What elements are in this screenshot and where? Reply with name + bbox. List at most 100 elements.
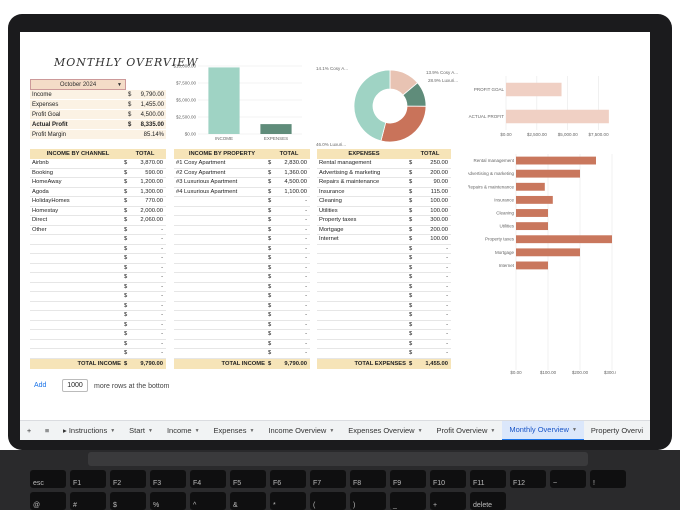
bar [516, 235, 612, 244]
row-label: HolidayHomes [32, 198, 70, 205]
sheet-tab[interactable]: Income ▼ [160, 421, 207, 441]
sheet-tab[interactable]: Income Overview ▼ [261, 421, 341, 441]
table-row: $ - [317, 254, 451, 264]
row-currency: $ [124, 245, 128, 252]
table-row: Direct $2,060.00 [30, 216, 166, 226]
income-by-property-donut: 13.9% Cosy A... 28.9% Luxuri... 14.1% Cosy… [316, 66, 458, 147]
row-currency: $ [409, 264, 413, 271]
tab-label: Expenses Overview [348, 426, 415, 435]
table-row: $ - [317, 302, 451, 311]
row-value: 1,100.00 [284, 188, 307, 195]
row-label: #1 Cosy Apartment [176, 160, 226, 167]
table-row: $ - [174, 245, 310, 254]
row-currency: $ [124, 236, 128, 243]
chevron-down-icon[interactable]: ▼ [418, 428, 423, 434]
row-value: 115.00 [430, 188, 448, 195]
chevron-down-icon[interactable]: ▼ [195, 428, 200, 434]
row-currency: $ [409, 255, 413, 262]
x-tick-label: $200.00 [572, 370, 589, 375]
footer-label: TOTAL INCOME [77, 360, 121, 367]
row-currency: $ [124, 331, 128, 338]
bar [506, 82, 562, 97]
row-currency: $ [124, 179, 128, 186]
summary-row: Profit Margin 85.14% [30, 130, 166, 140]
sheet-tab[interactable]: ▸ Instructions ▼ [56, 421, 122, 441]
table-row: $ - [30, 292, 166, 302]
table-row: $ - [174, 283, 310, 292]
row-value: - [446, 255, 448, 262]
x-tick-label: EXPENSES [264, 136, 288, 141]
row-value: 200.00 [430, 226, 448, 233]
row-value: 2,830.00 [284, 160, 307, 167]
chevron-down-icon[interactable]: ▼ [249, 428, 254, 434]
chevron-down-icon[interactable]: ▼ [329, 428, 334, 434]
row-currency: $ [124, 160, 128, 167]
table-row: $ - [317, 311, 451, 321]
table-row: $ - [30, 302, 166, 311]
add-rows-button[interactable]: Add [34, 382, 46, 389]
row-value: - [305, 207, 307, 214]
table-row: Homestay $2,000.00 [30, 207, 166, 216]
bar [516, 248, 580, 257]
row-label: Internet [319, 236, 339, 243]
row-currency: $ [124, 255, 128, 262]
sheet-tab[interactable]: Property Overvi [584, 421, 650, 441]
row-value: 1,200.00 [140, 179, 163, 186]
row-label: HomeAway [32, 179, 62, 186]
tab-label: + [26, 426, 32, 435]
row-label: Cleaning [319, 198, 342, 205]
row-currency: $ [268, 245, 272, 252]
summary-label: Profit Goal [32, 111, 61, 118]
row-currency: $ [409, 198, 413, 205]
month-dropdown[interactable]: October 2024 ▼ [30, 79, 126, 90]
row-currency: $ [124, 312, 128, 319]
summary-currency: $ [128, 111, 132, 118]
row-currency: $ [409, 207, 413, 214]
chevron-down-icon[interactable]: ▼ [148, 428, 153, 434]
sheet-tab[interactable]: Expenses ▼ [207, 421, 262, 441]
table-row: $ - [174, 273, 310, 283]
table-row: $ - [317, 340, 451, 349]
keyboard-key: F8 [350, 470, 386, 488]
row-value: - [305, 321, 307, 328]
tab-label: Start [129, 426, 145, 435]
y-tick-label: $5,000.00 [176, 98, 197, 103]
sheet-tab[interactable]: Start ▼ [122, 421, 160, 441]
bar [516, 222, 548, 231]
row-currency: $ [268, 264, 272, 271]
sheet-tab[interactable]: Expenses Overview ▼ [341, 421, 429, 441]
row-currency: $ [409, 217, 413, 224]
row-currency: $ [268, 236, 272, 243]
keyboard-key: F11 [470, 470, 506, 488]
row-currency: $ [124, 169, 128, 176]
x-tick-label: $0.00 [510, 370, 522, 375]
tab-label: Profit Overview [436, 426, 488, 435]
table-row: $ - [317, 264, 451, 273]
chevron-down-icon[interactable]: ▼ [572, 427, 577, 433]
add-sheet-icon[interactable]: + [20, 421, 38, 441]
row-currency: $ [268, 217, 272, 224]
footer-label: TOTAL EXPENSES [354, 360, 406, 367]
all-sheets-menu-icon[interactable]: ≡ [38, 421, 56, 441]
laptop-screenshot: MONTHLY OVERVIEW October 2024 ▼ Income $9… [0, 0, 680, 510]
keyboard-key: ^ [190, 492, 226, 510]
chevron-down-icon[interactable]: ▼ [490, 428, 495, 434]
table-row: $ - [30, 311, 166, 321]
row-value: - [305, 198, 307, 205]
row-value: - [446, 274, 448, 281]
row-currency: $ [409, 188, 413, 195]
bar [516, 182, 545, 191]
rows-count-input[interactable]: 1000 [62, 379, 88, 392]
row-value: - [305, 226, 307, 233]
sheet-tab[interactable]: Profit Overview ▼ [430, 421, 503, 441]
row-label: Utilities [319, 207, 338, 214]
row-value: - [446, 350, 448, 357]
keyboard-key: esc [30, 470, 66, 488]
sheet-tab[interactable]: Monthly Overview ▼ [502, 420, 584, 440]
y-tick-label: Internet [499, 263, 515, 268]
table-row: #3 Luxurious Apartment $4,500.00 [174, 178, 310, 188]
keyboard-key: F9 [390, 470, 426, 488]
chevron-down-icon[interactable]: ▼ [110, 428, 115, 434]
footer-value: 9,790.00 [284, 360, 307, 367]
row-label: Insurance [319, 188, 345, 195]
